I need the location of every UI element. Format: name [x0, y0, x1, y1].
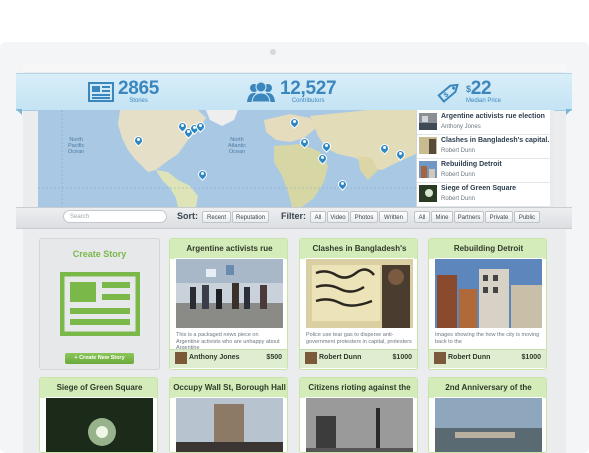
story-author: Anthony Jones: [189, 354, 240, 361]
filter-partners-button[interactable]: Partners: [454, 211, 484, 223]
people-icon: [247, 81, 275, 103]
create-story-title: Create Story: [72, 249, 127, 259]
story-photo: [175, 258, 284, 329]
filter-mine-button[interactable]: Mine: [431, 211, 453, 223]
filter-label: Filter:: [281, 211, 307, 221]
story-card[interactable]: Rebuilding Detroit Images showing the ho…: [428, 238, 547, 370]
sort-reputation-button[interactable]: Reputation: [232, 211, 269, 223]
story-title: 2nd Anniversary of the: [445, 383, 532, 392]
map-landmasses: [38, 110, 416, 207]
story-photo: [45, 397, 154, 452]
median-price-value: 22: [470, 77, 492, 99]
stat-median-price: $ $22 Median Price: [436, 74, 501, 110]
avatar: [305, 352, 317, 364]
filter-photos-button[interactable]: Photos: [350, 211, 378, 223]
newspaper-icon: [60, 272, 140, 336]
ribbon-fold-right: [566, 109, 572, 115]
map-pin[interactable]: [338, 180, 347, 191]
filter-all-media-button[interactable]: All: [310, 211, 326, 223]
list-scrollbar[interactable]: [550, 110, 554, 207]
story-title: Occupy Wall St, Borough Hall: [173, 383, 286, 392]
contributors-label: Contributors: [291, 97, 325, 104]
list-item-author: Robert Dunn: [441, 172, 476, 178]
story-card[interactable]: Occupy Wall St, Borough Hall: [169, 377, 288, 453]
story-title: Rebuilding Detroit: [453, 244, 524, 253]
list-item-title: Argentine activists rue election: [441, 113, 545, 120]
list-item[interactable]: Siege of Green Square Robert Dunn: [417, 182, 551, 207]
story-price: $1000: [392, 354, 412, 361]
story-title: Clashes in Bangladesh's: [312, 244, 407, 253]
map-label-north-atlantic: North Atlantic Ocean: [228, 137, 247, 155]
story-description: Images showing the how the city is movin…: [435, 332, 540, 345]
search-input[interactable]: Search: [63, 210, 167, 223]
stories-count: 2865: [118, 77, 160, 99]
story-price: $500: [266, 354, 282, 361]
map-pin[interactable]: [380, 144, 389, 155]
list-item[interactable]: Argentine activists rue election Anthony…: [417, 110, 551, 135]
stat-stories: 2865 Stories: [88, 74, 159, 110]
map-pin[interactable]: [198, 170, 207, 181]
story-photo: [434, 258, 543, 329]
create-story-card[interactable]: Create Story + Create New Story: [39, 238, 160, 370]
story-thumbnail: [419, 185, 437, 202]
filter-video-button[interactable]: Video: [327, 211, 349, 223]
list-item-title: Siege of Green Square: [441, 185, 517, 192]
story-photo: [305, 397, 414, 452]
list-item-author: Robert Dunn: [441, 196, 476, 202]
list-item[interactable]: Rebuilding Detroit Robert Dunn: [417, 158, 551, 183]
story-photo: [175, 397, 284, 452]
sort-label: Sort:: [177, 211, 198, 221]
map-pin[interactable]: [134, 136, 143, 147]
story-card[interactable]: Citizens rioting against the: [299, 377, 418, 453]
newspaper-icon: [88, 82, 114, 102]
story-thumbnail: [419, 161, 437, 178]
stat-contributors: 12,527 Contributors: [246, 74, 337, 110]
map-pin[interactable]: [396, 150, 405, 161]
story-title: Argentine activists rue: [186, 244, 273, 253]
median-price-label: Median Price: [466, 97, 502, 104]
map-pin[interactable]: [300, 138, 309, 149]
story-thumbnail: [419, 113, 437, 130]
story-card[interactable]: Siege of Green Square: [39, 377, 158, 453]
list-item-author: Anthony Jones: [441, 124, 481, 130]
stories-label: Stories: [129, 97, 148, 104]
screen-top-bar: [23, 64, 566, 72]
story-card[interactable]: Argentine activists rue This is a packag…: [169, 238, 288, 370]
story-title: Siege of Green Square: [56, 383, 143, 392]
avatar: [175, 352, 187, 364]
list-item-author: Robert Dunn: [441, 148, 476, 154]
camera-dot: [270, 49, 276, 55]
recent-stories-list: Argentine activists rue election Anthony…: [416, 110, 551, 207]
map-pin[interactable]: [322, 142, 331, 153]
story-author: Robert Dunn: [319, 354, 362, 361]
sort-recent-button[interactable]: Recent: [202, 211, 231, 223]
story-photo: [305, 258, 414, 329]
filter-written-button[interactable]: Written: [379, 211, 408, 223]
story-card[interactable]: Clashes in Bangladesh's Police use tear …: [299, 238, 418, 370]
story-thumbnail: [419, 137, 437, 154]
story-card[interactable]: 2nd Anniversary of the: [428, 377, 547, 453]
filter-private-button[interactable]: Private: [485, 211, 513, 223]
filter-public-button[interactable]: Public: [514, 211, 540, 223]
list-item-title: Clashes in Bangladesh's capital.: [441, 137, 550, 144]
story-description: Police use tear gas to disperse anti-gov…: [306, 332, 412, 345]
story-photo: [434, 397, 543, 452]
list-item-title: Rebuilding Detroit: [441, 161, 502, 168]
map-pin[interactable]: [290, 118, 299, 129]
map-pin[interactable]: [318, 154, 327, 165]
avatar: [434, 352, 446, 364]
create-new-story-button[interactable]: + Create New Story: [65, 353, 134, 364]
ribbon-fold-left: [16, 109, 22, 115]
map-pin[interactable]: [196, 122, 205, 133]
price-tag-icon: $: [437, 83, 459, 103]
map-label-north-pacific: North Pacific Ocean: [68, 137, 85, 155]
story-price: $1000: [521, 354, 541, 361]
world-map[interactable]: North Pacific Ocean North Atlantic Ocean: [38, 110, 416, 207]
story-author: Robert Dunn: [448, 354, 491, 361]
story-title: Citizens rioting against the: [308, 383, 411, 392]
contributors-count: 12,527: [280, 77, 337, 99]
filter-all-owner-button[interactable]: All: [414, 211, 430, 223]
list-item[interactable]: Clashes in Bangladesh's capital. Robert …: [417, 134, 551, 159]
